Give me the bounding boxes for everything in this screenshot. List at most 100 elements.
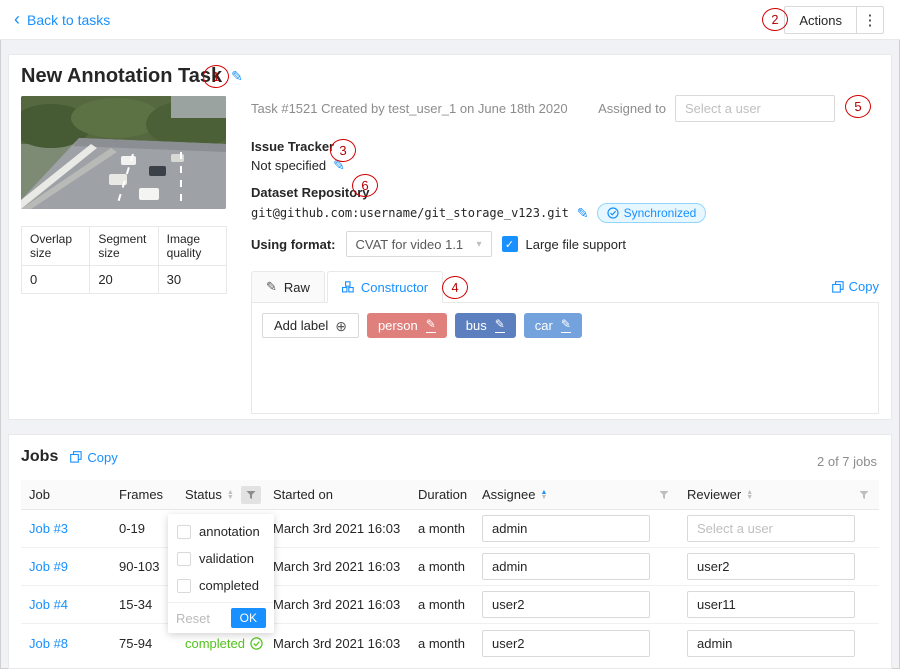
param-value: 30 <box>158 266 226 294</box>
edit-label-icon[interactable]: ✎ <box>561 318 571 332</box>
column-job: Job <box>21 487 111 502</box>
back-to-tasks-link[interactable]: ‹ Back to tasks <box>14 0 110 40</box>
issue-tracker-value: Not specified <box>251 158 326 173</box>
assignee-input[interactable] <box>482 553 650 580</box>
large-file-checkbox[interactable]: ✓ <box>502 236 518 252</box>
job-duration: a month <box>410 597 474 612</box>
edit-label-icon[interactable]: ✎ <box>495 318 505 332</box>
filter-reset-button[interactable]: Reset <box>176 611 210 626</box>
filter-ok-button[interactable]: OK <box>231 608 266 628</box>
assignee-input[interactable] <box>482 591 650 618</box>
job-frames: 75-94 <box>111 636 177 651</box>
param-header: Segment size <box>90 227 158 266</box>
reviewer-input[interactable] <box>687 553 855 580</box>
edit-title-icon[interactable]: ✎ <box>231 68 243 85</box>
column-reviewer-label: Reviewer <box>687 487 741 502</box>
param-header: Overlap size <box>22 227 90 266</box>
actions-dropdown-button[interactable]: Actions ⋮ <box>784 6 884 34</box>
job-status-completed: completed <box>185 636 263 651</box>
label-chip-person[interactable]: person ✎ <box>367 313 447 338</box>
reviewer-input[interactable] <box>687 591 855 618</box>
checkbox-completed[interactable] <box>177 579 191 593</box>
edit-label-icon[interactable]: ✎ <box>426 318 436 332</box>
job-link[interactable]: Job #3 <box>29 521 68 536</box>
label-name: car <box>535 318 553 333</box>
labels-tabs: ✎ Raw Constructor Copy <box>251 270 879 303</box>
status-text: completed <box>185 636 245 651</box>
table-row-job4: Job #4 15-34 March 3rd 2021 16:03 a mont… <box>21 586 879 624</box>
job-link[interactable]: Job #4 <box>29 597 68 612</box>
format-label: Using format: <box>251 237 336 252</box>
filter-option-label: annotation <box>199 524 260 539</box>
format-selected-value: CVAT for video 1.1 <box>356 237 464 252</box>
column-frames: Frames <box>111 487 177 502</box>
add-label-button[interactable]: Add label ⊕ <box>262 313 359 338</box>
raw-edit-icon: ✎ <box>266 279 277 295</box>
filter-status-icon[interactable] <box>241 486 261 504</box>
large-file-label: Large file support <box>526 237 626 252</box>
filter-footer: Reset OK <box>168 602 274 633</box>
assignee-input[interactable] <box>482 630 650 657</box>
checkbox-annotation[interactable] <box>177 525 191 539</box>
job-started: March 3rd 2021 16:03 <box>265 597 410 612</box>
task-detail-card: New Annotation Task ✎ <box>8 54 892 420</box>
job-link[interactable]: Job #8 <box>29 636 68 651</box>
param-header: Image quality <box>158 227 226 266</box>
label-name: person <box>378 318 418 333</box>
filter-option-completed[interactable]: completed <box>168 572 274 599</box>
column-duration: Duration <box>410 487 474 502</box>
sort-assignee-icon[interactable]: ▲▼ <box>540 490 547 500</box>
table-row-job8: Job #8 75-94 completed March 3rd 2021 16… <box>21 624 879 662</box>
completed-check-icon <box>250 637 263 650</box>
reviewer-input[interactable] <box>687 630 855 657</box>
column-started: Started on <box>265 487 410 502</box>
sort-reviewer-icon[interactable]: ▲▼ <box>746 490 753 500</box>
label-name: bus <box>466 318 487 333</box>
filter-option-label: completed <box>199 578 259 593</box>
jobs-table: Job Frames Status ▲▼ Started on Duration… <box>21 480 879 662</box>
assignee-select-input[interactable] <box>675 95 835 122</box>
filter-option-validation[interactable]: validation <box>168 545 274 572</box>
task-title: New Annotation Task <box>21 65 222 88</box>
sort-status-icon[interactable]: ▲▼ <box>227 490 234 500</box>
filter-reviewer-icon[interactable] <box>859 490 869 500</box>
copy-labels-link[interactable]: Copy <box>832 279 879 294</box>
job-link[interactable]: Job #9 <box>29 559 68 574</box>
constructor-icon <box>342 281 354 293</box>
copy-jobs-label: Copy <box>87 450 117 465</box>
format-select[interactable]: CVAT for video 1.1 ▾ <box>346 231 492 257</box>
filter-assignee-icon[interactable] <box>659 490 669 500</box>
table-row-job3: Job #3 0-19 March 3rd 2021 16:03 a month <box>21 510 879 548</box>
assigned-to-label: Assigned to <box>598 101 666 116</box>
reviewer-input[interactable] <box>687 515 855 542</box>
param-value: 0 <box>22 266 90 294</box>
label-chip-bus[interactable]: bus ✎ <box>455 313 516 338</box>
job-duration: a month <box>410 521 474 536</box>
jobs-count: 2 of 7 jobs <box>817 454 877 469</box>
actions-label[interactable]: Actions <box>785 7 857 33</box>
tab-raw[interactable]: ✎ Raw <box>251 271 325 303</box>
jobs-title: Jobs <box>21 448 58 466</box>
edit-repository-icon[interactable]: ✎ <box>577 205 589 222</box>
column-status-label: Status <box>185 487 222 502</box>
copy-jobs-link[interactable]: Copy <box>70 450 117 465</box>
job-duration: a month <box>410 559 474 574</box>
export-format-row: Using format: CVAT for video 1.1 ▾ ✓ Lar… <box>251 231 626 257</box>
jobs-header: Jobs Copy <box>21 448 118 466</box>
job-duration: a month <box>410 636 474 651</box>
column-reviewer: Reviewer ▲▼ <box>679 487 879 502</box>
back-label: Back to tasks <box>27 12 110 28</box>
checkbox-validation[interactable] <box>177 552 191 566</box>
more-menu-icon[interactable]: ⋮ <box>857 7 883 33</box>
assigned-to-row: Assigned to <box>598 95 835 122</box>
status-filter-dropdown: annotation validation completed Reset OK <box>168 514 274 633</box>
task-params-table: Overlap size Segment size Image quality … <box>21 226 227 294</box>
job-started: March 3rd 2021 16:03 <box>265 559 410 574</box>
tab-constructor[interactable]: Constructor <box>327 271 443 303</box>
copy-icon <box>832 281 844 293</box>
assignee-input[interactable] <box>482 515 650 542</box>
copy-icon <box>70 451 82 463</box>
label-chip-car[interactable]: car ✎ <box>524 313 582 338</box>
filter-option-annotation[interactable]: annotation <box>168 518 274 545</box>
sync-status-badge: Synchronized <box>597 203 707 223</box>
